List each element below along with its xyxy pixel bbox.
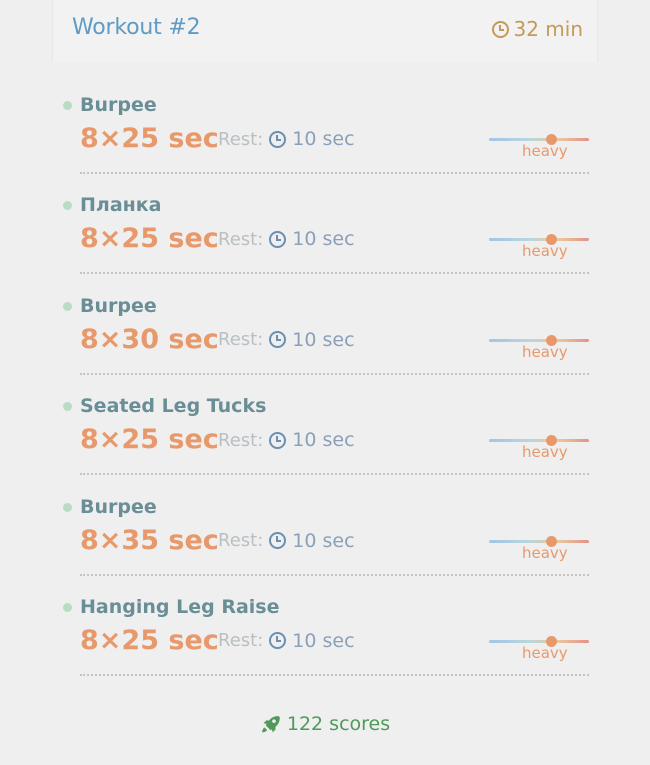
divider (80, 573, 589, 576)
intensity-track (489, 539, 589, 543)
rest-value: 10 sec (292, 429, 355, 452)
intensity-indicator: heavy (489, 331, 589, 361)
intensity-indicator: heavy (489, 532, 589, 562)
intensity-label: heavy (522, 242, 568, 261)
intensity-label: heavy (522, 443, 568, 462)
exercise-sets: 8×25 sec (80, 123, 219, 154)
scores-link[interactable]: 122 scores (0, 713, 650, 735)
rest-info: Rest: 10 sec (218, 429, 355, 451)
rest-info: Rest: 10 sec (218, 630, 355, 652)
workout-header: Workout #2 32 min (52, 0, 598, 62)
clock-icon (492, 20, 510, 38)
exercise-sets: 8×30 sec (80, 323, 219, 355)
exercise-item[interactable]: Seated Leg Tucks 8×25 sec Rest: 10 sec h… (0, 391, 650, 491)
exercise-sets: 8×35 sec (80, 524, 219, 556)
intensity-track (489, 138, 589, 141)
rest-value: 10 sec (292, 529, 355, 552)
exercise-sets: 8×25 sec (80, 624, 219, 656)
intensity-indicator: heavy (489, 130, 589, 160)
bullet-dot (63, 201, 72, 211)
divider (80, 172, 589, 174)
rest-value: 10 sec (292, 228, 355, 251)
exercise-item[interactable]: Burpee 8×30 sec Rest: 10 sec heavy (0, 291, 650, 391)
rest-info: Rest: 10 sec (218, 128, 355, 150)
rest-label: Rest: (218, 128, 264, 150)
rest-label: Rest: (218, 228, 264, 250)
exercise-name: Планка (80, 194, 162, 217)
clock-icon (269, 532, 287, 550)
rest-value: 10 sec (292, 629, 355, 652)
clock-icon (269, 230, 287, 248)
intensity-label: heavy (522, 142, 568, 160)
rest-label: Rest: (218, 530, 264, 552)
intensity-label: heavy (522, 342, 568, 361)
exercise-item[interactable]: Планка 8×25 sec Rest: 10 sec heavy (0, 190, 650, 290)
divider (80, 372, 589, 375)
rest-info: Rest: 10 sec (218, 530, 355, 552)
clock-icon (269, 130, 287, 148)
exercise-sets: 8×25 sec (80, 223, 219, 255)
intensity-indicator: heavy (489, 230, 589, 260)
intensity-label: heavy (522, 543, 568, 562)
bullet-dot (63, 101, 72, 110)
exercise-item[interactable]: Burpee 8×25 sec Rest: 10 sec heavy (0, 90, 650, 190)
intensity-indicator: heavy (489, 632, 589, 662)
clock-icon (269, 331, 287, 349)
intensity-label: heavy (522, 643, 568, 662)
rest-label: Rest: (218, 429, 264, 451)
rest-info: Rest: 10 sec (218, 228, 355, 250)
scores-count: 122 scores (286, 713, 391, 735)
intensity-track (489, 238, 589, 242)
exercise-name: Burpee (80, 294, 157, 317)
workout-page: Workout #2 32 min Burpee 8×25 sec Rest: … (0, 0, 650, 765)
intensity-indicator: heavy (489, 431, 589, 461)
divider (80, 673, 589, 676)
divider (80, 272, 589, 275)
bullet-dot (63, 502, 72, 512)
bullet-dot (63, 301, 72, 311)
duration-value: 32 min (513, 17, 583, 41)
divider (80, 473, 589, 476)
rest-value: 10 sec (292, 128, 355, 150)
bullet-dot (63, 402, 72, 412)
exercise-name: Burpee (80, 94, 157, 116)
workout-title: Workout #2 (72, 15, 201, 40)
exercise-list: Burpee 8×25 sec Rest: 10 sec heavy Планк… (0, 90, 650, 692)
rest-info: Rest: 10 sec (218, 329, 355, 351)
rocket-icon (262, 715, 280, 732)
exercise-name: Burpee (80, 495, 157, 518)
clock-icon (269, 431, 287, 449)
workout-duration: 32 min (492, 17, 583, 41)
exercise-item[interactable]: Hanging Leg Raise 8×25 sec Rest: 10 sec … (0, 592, 650, 692)
exercise-sets: 8×25 sec (80, 424, 219, 456)
exercise-name: Seated Leg Tucks (80, 395, 267, 418)
exercise-name: Hanging Leg Raise (80, 595, 280, 618)
rest-value: 10 sec (292, 328, 355, 351)
exercise-item[interactable]: Burpee 8×35 sec Rest: 10 sec heavy (0, 492, 650, 592)
clock-icon (269, 632, 287, 650)
intensity-track (489, 338, 589, 342)
intensity-track (489, 639, 589, 643)
rest-label: Rest: (218, 329, 264, 351)
rest-label: Rest: (218, 630, 264, 652)
bullet-dot (63, 602, 72, 612)
intensity-track (489, 439, 589, 443)
